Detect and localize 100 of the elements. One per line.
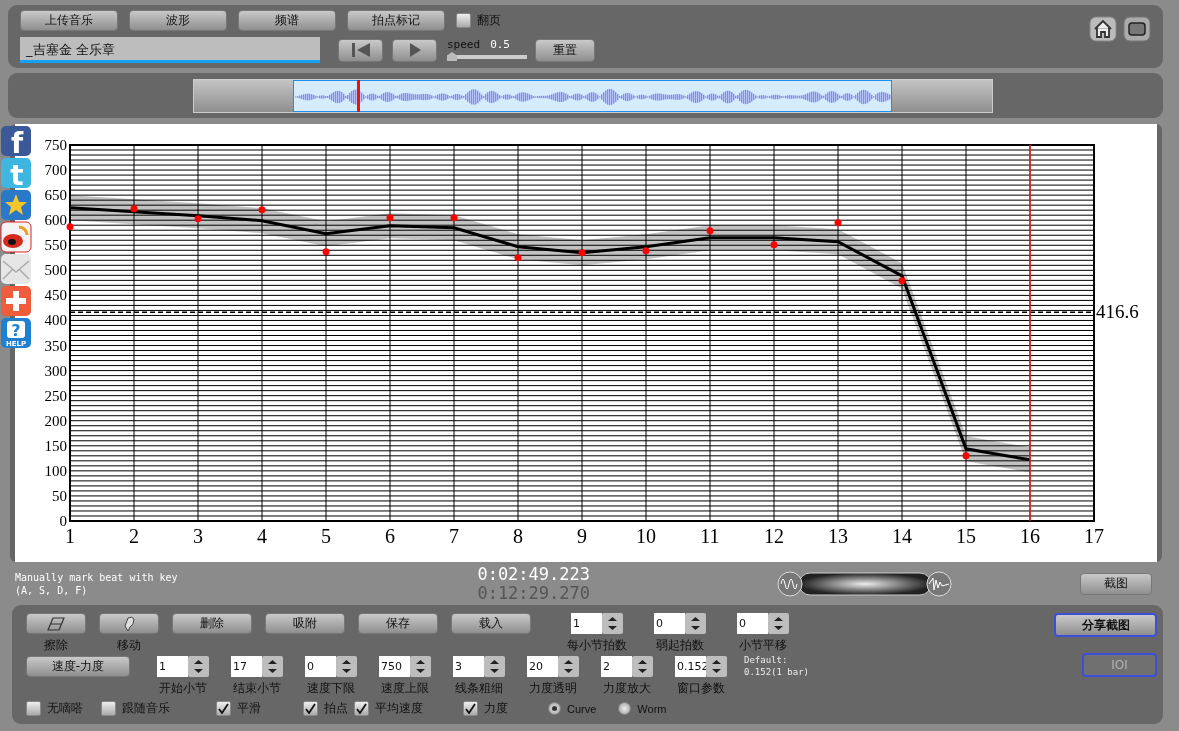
rewind-button[interactable] xyxy=(338,38,383,62)
stepper-arrows-icon[interactable] xyxy=(685,613,706,634)
fullscreen-icon[interactable] xyxy=(1123,16,1151,42)
waveform-selection-drawing[interactable] xyxy=(293,79,893,112)
number-field[interactable]: 1 xyxy=(571,613,602,634)
checkbox-label: 力度 xyxy=(484,700,508,718)
field-label: 速度上限 xyxy=(381,680,429,698)
number-field[interactable]: 0 xyxy=(737,613,768,634)
toolbar-button[interactable]: 波形 xyxy=(129,10,227,31)
speed-slider[interactable] xyxy=(447,52,527,62)
beat-point xyxy=(130,205,138,213)
x-tick-label: 6 xyxy=(385,525,395,547)
checkbox[interactable] xyxy=(463,701,478,717)
number-field[interactable]: 0 xyxy=(305,656,336,678)
hint-text: Manually mark beat with key (A, S, D, F) xyxy=(15,570,179,597)
overview-bar[interactable] xyxy=(193,78,993,113)
field-label: 速度下限 xyxy=(307,680,355,698)
beat-point xyxy=(898,277,906,285)
checkbox[interactable] xyxy=(456,13,471,28)
toolbar-button[interactable]: 频谱 xyxy=(238,10,336,31)
y-tick-label: 500 xyxy=(44,262,67,279)
radio-label: Curve xyxy=(567,702,597,715)
checkbox[interactable] xyxy=(216,701,231,717)
stepper-arrows-icon[interactable] xyxy=(262,656,283,678)
y-tick-label: 100 xyxy=(44,462,67,479)
beat-point xyxy=(706,227,714,235)
current-time: 0:02:49.223 xyxy=(476,564,590,584)
reset-button[interactable]: 重置 xyxy=(535,38,595,62)
checkbox-label: 翻页 xyxy=(477,12,501,29)
field-label: 弱起拍数 xyxy=(656,637,704,654)
share-screenshot-button[interactable]: 分享截图 xyxy=(1054,613,1157,637)
y-tick-label: 0 xyxy=(59,513,67,529)
share-icon[interactable]: f xyxy=(0,125,32,157)
beat-point xyxy=(770,241,778,249)
checkbox[interactable] xyxy=(26,701,41,717)
stepper-arrows-icon[interactable] xyxy=(706,656,727,678)
beat-point xyxy=(450,214,458,222)
number-field[interactable]: 1 xyxy=(157,656,188,678)
screenshot-button[interactable]: 截图 xyxy=(1080,572,1152,595)
field-label: 线条粗细 xyxy=(455,680,503,698)
share-icon[interactable] xyxy=(0,221,32,253)
beat-point xyxy=(386,214,394,222)
number-field[interactable]: 20 xyxy=(527,656,558,678)
y-tick-label: 550 xyxy=(44,237,67,254)
toolbar-button[interactable]: 拍点标记 xyxy=(347,10,445,31)
move-button[interactable] xyxy=(99,613,159,634)
x-tick-label: 9 xyxy=(577,525,587,547)
speed-value: 0.5 xyxy=(490,38,510,51)
tool-button[interactable]: 载入 xyxy=(451,613,531,634)
tool-button[interactable]: 保存 xyxy=(358,613,438,634)
number-field[interactable]: 0 xyxy=(654,613,685,634)
checkbox[interactable] xyxy=(101,701,116,717)
y-tick-label: 150 xyxy=(44,437,67,454)
field-label: 窗口参数 xyxy=(677,680,725,698)
stepper-arrows-icon[interactable] xyxy=(632,656,653,678)
field-label: 开始小节 xyxy=(159,680,207,698)
field-label: 结束小节 xyxy=(233,680,281,698)
stepper-arrows-icon[interactable] xyxy=(188,656,209,678)
y-tick-label: 300 xyxy=(44,362,67,379)
speed-label: speed xyxy=(447,38,481,51)
x-tick-label: 4 xyxy=(257,525,267,547)
number-field[interactable]: 750 xyxy=(379,656,410,678)
number-field[interactable]: 2 xyxy=(601,656,632,678)
beat-point xyxy=(258,206,266,214)
x-tick-label: 8 xyxy=(513,525,523,547)
number-field[interactable]: 17 xyxy=(231,656,262,678)
slider-thumb[interactable] xyxy=(447,52,457,61)
mode-button[interactable]: 速度-力度 xyxy=(26,656,130,678)
eraser-button[interactable] xyxy=(26,613,86,634)
y-tick-label: 650 xyxy=(44,187,67,204)
number-field[interactable]: 3 xyxy=(453,656,484,678)
beat-point xyxy=(194,215,202,223)
stepper-arrows-icon[interactable] xyxy=(768,613,789,634)
y-tick-label: 400 xyxy=(44,312,67,329)
radio-button[interactable] xyxy=(618,702,632,716)
checkbox[interactable] xyxy=(303,701,318,717)
field-label: 小节平移 xyxy=(739,637,787,654)
stepper-arrows-icon[interactable] xyxy=(410,656,431,678)
y-tick-label: 200 xyxy=(44,412,67,429)
x-tick-label: 15 xyxy=(956,525,976,547)
checkbox[interactable] xyxy=(354,701,369,717)
radio-button[interactable] xyxy=(548,702,561,716)
beat-point xyxy=(834,219,842,227)
x-tick-label: 17 xyxy=(1084,525,1104,547)
tool-button[interactable]: 删除 xyxy=(172,613,252,634)
waveform-scale-drawing[interactable] xyxy=(777,569,952,598)
stepper-arrows-icon[interactable] xyxy=(558,656,579,678)
x-tick-label: 1 xyxy=(65,525,75,547)
stepper-arrows-icon[interactable] xyxy=(602,613,623,634)
x-tick-label: 11 xyxy=(700,525,720,547)
y-tick-label: 250 xyxy=(44,387,67,404)
stepper-arrows-icon[interactable] xyxy=(484,656,505,678)
y-tick-label: 750 xyxy=(44,137,67,153)
stepper-arrows-icon[interactable] xyxy=(336,656,357,678)
y-tick-label: 50 xyxy=(52,487,67,504)
home-icon[interactable] xyxy=(1089,16,1117,42)
toolbar-button[interactable]: 上传音乐 xyxy=(20,10,118,31)
play-button[interactable] xyxy=(392,38,437,62)
tool-button[interactable]: 吸附 xyxy=(265,613,345,634)
file-name-field[interactable]: _吉塞金 全乐章 xyxy=(20,37,320,63)
